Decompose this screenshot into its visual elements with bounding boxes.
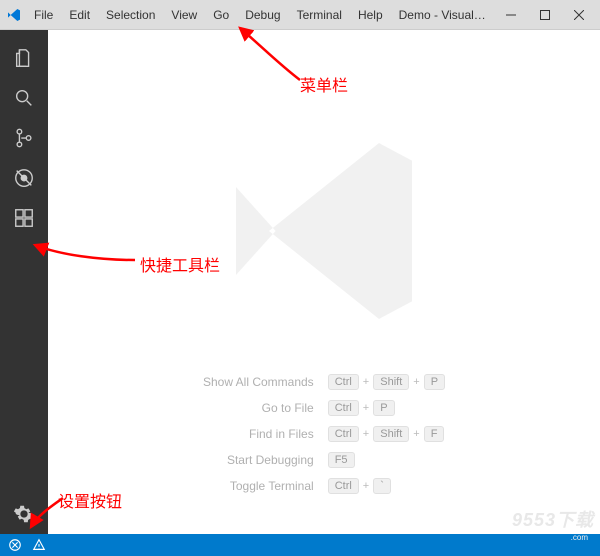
- key: Ctrl: [328, 478, 359, 494]
- site-watermark-sub: .com: [571, 533, 588, 542]
- shortcut-keys: Ctrl+ `: [328, 478, 445, 494]
- key: F5: [328, 452, 355, 468]
- titlebar: File Edit Selection View Go Debug Termin…: [0, 0, 600, 30]
- menu-selection[interactable]: Selection: [98, 4, 163, 26]
- menu-view[interactable]: View: [163, 4, 205, 26]
- status-errors[interactable]: [8, 538, 22, 552]
- editor-area: Show All Commands Ctrl+ Shift+ P Go to F…: [48, 30, 600, 534]
- key: P: [424, 374, 445, 390]
- vscode-logo-watermark: [214, 121, 434, 344]
- shortcut-label: Find in Files: [203, 427, 314, 441]
- shortcut-keys: Ctrl+ P: [328, 400, 445, 416]
- site-watermark: 9553下载: [512, 506, 594, 532]
- status-warnings[interactable]: [32, 538, 46, 552]
- maximize-button[interactable]: [528, 1, 562, 29]
- shortcut-keys: Ctrl+ Shift+ P: [328, 374, 445, 390]
- activity-bar: [0, 30, 48, 534]
- shortcut-keys: F5: [328, 452, 445, 468]
- status-bar: [0, 534, 600, 556]
- close-button[interactable]: [562, 1, 596, 29]
- menu-help[interactable]: Help: [350, 4, 391, 26]
- activity-source-control[interactable]: [0, 118, 48, 158]
- shortcut-label: Start Debugging: [203, 453, 314, 467]
- shortcut-label: Show All Commands: [203, 375, 314, 389]
- menu-go[interactable]: Go: [205, 4, 237, 26]
- key: `: [373, 478, 391, 494]
- window-title: Demo - Visual Studio C...: [391, 8, 494, 22]
- activity-explorer[interactable]: [0, 38, 48, 78]
- shortcut-label: Go to File: [203, 401, 314, 415]
- activity-settings[interactable]: [0, 494, 48, 534]
- activity-extensions[interactable]: [0, 198, 48, 238]
- vscode-icon: [6, 7, 22, 23]
- window-controls: [494, 1, 596, 29]
- welcome-shortcuts: Show All Commands Ctrl+ Shift+ P Go to F…: [203, 374, 445, 494]
- minimize-button[interactable]: [494, 1, 528, 29]
- menu-bar: File Edit Selection View Go Debug Termin…: [26, 4, 391, 26]
- key: F: [424, 426, 445, 442]
- menu-edit[interactable]: Edit: [61, 4, 98, 26]
- key: Ctrl: [328, 426, 359, 442]
- key: Ctrl: [328, 374, 359, 390]
- key: P: [373, 400, 394, 416]
- key: Shift: [373, 426, 409, 442]
- activity-debug[interactable]: [0, 158, 48, 198]
- shortcut-keys: Ctrl+ Shift+ F: [328, 426, 445, 442]
- menu-file[interactable]: File: [26, 4, 61, 26]
- main-area: Show All Commands Ctrl+ Shift+ P Go to F…: [0, 30, 600, 534]
- activity-search[interactable]: [0, 78, 48, 118]
- key: Ctrl: [328, 400, 359, 416]
- shortcut-label: Toggle Terminal: [203, 479, 314, 493]
- key: Shift: [373, 374, 409, 390]
- menu-terminal[interactable]: Terminal: [289, 4, 350, 26]
- menu-debug[interactable]: Debug: [237, 4, 288, 26]
